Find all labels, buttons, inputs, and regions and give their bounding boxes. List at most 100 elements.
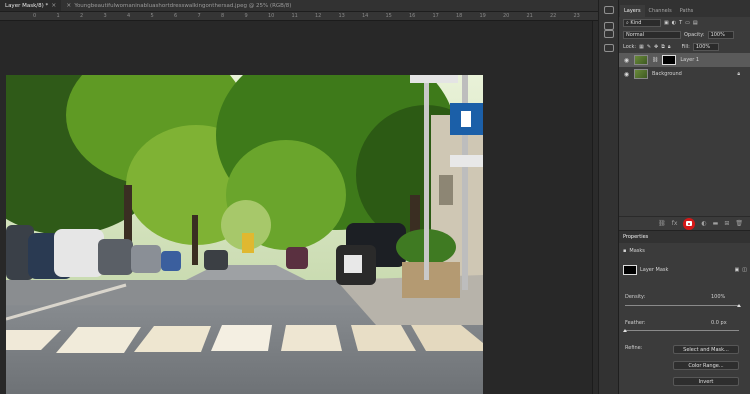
pixel-mask-button-icon[interactable]: ▣ bbox=[735, 267, 740, 273]
select-and-mask-button[interactable]: Select and Mask... bbox=[673, 345, 739, 354]
invert-button[interactable]: Invert bbox=[673, 377, 739, 386]
ruler-tick-label: 21 bbox=[526, 13, 533, 19]
fx-icon[interactable]: fx bbox=[672, 220, 678, 227]
document-tab-bar: Layer Mask/8) * × × Youngbeautifulwomani… bbox=[0, 0, 598, 12]
feather-slider-thumb[interactable] bbox=[623, 329, 627, 332]
filter-row: ⌕ Kind ▣ ◐ T ▭ ▤ bbox=[619, 17, 750, 29]
ruler-tick-label: 11 bbox=[291, 13, 298, 19]
ruler-tick-label: 17 bbox=[432, 13, 439, 19]
masks-header-row: ▪ Masks bbox=[619, 245, 750, 257]
close-icon[interactable]: × bbox=[66, 2, 71, 9]
opacity-input[interactable]: 100% bbox=[707, 31, 734, 39]
visibility-eye-icon[interactable]: ◉ bbox=[623, 57, 630, 64]
trash-icon[interactable]: 🗑︎ bbox=[735, 220, 743, 227]
vector-mask-button-icon[interactable]: ◫ bbox=[742, 267, 747, 273]
density-slider[interactable] bbox=[625, 304, 741, 307]
ruler-tick-label: 0 bbox=[33, 13, 37, 19]
search-icon: ⌕ bbox=[626, 20, 629, 26]
layer-thumbnail bbox=[634, 55, 648, 65]
masks-label: Masks bbox=[629, 248, 645, 254]
horizontal-ruler: 0 1 2 3 4 5 6 7 8 9 10 11 12 13 14 15 16 17 18 19 20 21 22 23 bbox=[0, 12, 598, 21]
layer-row-layer-1[interactable]: ◉ ⛓ Layer 1 bbox=[619, 53, 750, 67]
lock-artboard-icon[interactable]: ⧉ bbox=[661, 44, 665, 50]
fill-value: 100% bbox=[695, 44, 711, 50]
new-layer-icon[interactable]: ⊞ bbox=[724, 220, 729, 227]
ruler-tick-label: 14 bbox=[362, 13, 369, 19]
ruler-tick-label: 1 bbox=[56, 13, 60, 19]
close-icon[interactable]: × bbox=[51, 2, 56, 9]
layers-panel-tabs: Layers Channels Paths bbox=[619, 0, 750, 17]
layer-thumbnail bbox=[634, 69, 648, 79]
adjustments-icon[interactable] bbox=[604, 22, 614, 30]
ruler-tick-label: 8 bbox=[221, 13, 225, 19]
kind-value: Kind bbox=[630, 20, 642, 26]
properties-icon[interactable] bbox=[604, 44, 614, 52]
panel-icon-strip bbox=[598, 0, 618, 394]
adjustment-layer-icon[interactable]: ◐ bbox=[701, 220, 706, 227]
fill-input[interactable]: 100% bbox=[692, 43, 719, 51]
group-folder-icon[interactable]: ▬ bbox=[713, 220, 719, 227]
opacity-label: Opacity: bbox=[684, 32, 705, 38]
tab-paths[interactable]: Paths bbox=[676, 5, 698, 17]
lock-brush-icon[interactable]: ✎ bbox=[647, 44, 651, 50]
ruler-tick-label: 10 bbox=[268, 13, 275, 19]
kind-filter-select[interactable]: ⌕ Kind bbox=[623, 19, 661, 27]
layers-panel-icon[interactable] bbox=[604, 30, 614, 38]
filter-shape-icon[interactable]: ▭ bbox=[685, 20, 690, 26]
density-label: Density: bbox=[625, 294, 646, 300]
ruler-tick-label: 20 bbox=[503, 13, 510, 19]
ruler-tick-label: 4 bbox=[127, 13, 131, 19]
link-icon[interactable]: ⛓ bbox=[652, 57, 658, 63]
document-tab-layer-mask[interactable]: Layer Mask/8) * × bbox=[0, 0, 62, 11]
layer-name: Background bbox=[652, 71, 682, 77]
history-icon[interactable] bbox=[604, 6, 614, 14]
filter-adjust-icon[interactable]: ◐ bbox=[672, 20, 676, 26]
ruler-tick-label: 13 bbox=[338, 13, 345, 19]
tab-channels[interactable]: Channels bbox=[645, 5, 676, 17]
tab-label: Layer Mask/8) * bbox=[5, 2, 49, 9]
blend-mode-select[interactable]: Normal bbox=[623, 31, 681, 39]
feather-slider[interactable] bbox=[623, 329, 739, 332]
link-layers-icon[interactable]: ⛓ bbox=[658, 220, 666, 227]
mask-name: Layer Mask bbox=[640, 267, 669, 273]
street-photo bbox=[6, 75, 483, 394]
layer-mask-thumbnail[interactable] bbox=[662, 55, 677, 65]
tab-label: Youngbeautifulwomaninabluashortdresswalk… bbox=[74, 2, 292, 9]
feather-value[interactable]: 0.0 px bbox=[711, 320, 727, 326]
filter-smart-icon[interactable]: ▤ bbox=[693, 20, 698, 26]
filter-pixel-icon[interactable]: ▣ bbox=[664, 20, 669, 26]
layers-bottom-toolbar: ⛓ fx ◐ ▬ ⊞ 🗑︎ bbox=[619, 216, 750, 230]
lock-move-icon[interactable]: ✥ bbox=[654, 44, 658, 50]
blend-mode-value: Normal bbox=[626, 32, 645, 38]
document-tab-photo[interactable]: × Youngbeautifulwomaninabluashortdresswa… bbox=[61, 0, 296, 11]
lock-pixels-icon[interactable]: ▦ bbox=[639, 44, 644, 50]
properties-panel: Properties ▪ Masks Layer Mask ▣ ◫ Densit… bbox=[619, 230, 750, 394]
layers-properties-panel: Layers Channels Paths ⌕ Kind ▣ ◐ T ▭ ▤ N… bbox=[618, 0, 750, 394]
blend-row: Normal Opacity: 100% bbox=[619, 29, 750, 41]
filter-type-icon[interactable]: T bbox=[679, 20, 682, 26]
ruler-tick-label: 7 bbox=[197, 13, 201, 19]
tab-layers[interactable]: Layers bbox=[620, 5, 645, 17]
ruler-tick-label: 5 bbox=[150, 13, 154, 19]
mask-icon bbox=[686, 221, 693, 226]
density-slider-thumb[interactable] bbox=[737, 304, 741, 307]
opacity-value: 100% bbox=[710, 32, 725, 38]
layer-row-background[interactable]: ◉ Background 🔒︎ bbox=[619, 67, 750, 81]
visibility-eye-icon[interactable]: ◉ bbox=[623, 71, 630, 78]
lock-all-icon[interactable]: 🔒︎ bbox=[668, 44, 671, 50]
color-range-button[interactable]: Color Range... bbox=[673, 361, 739, 370]
ruler-tick-label: 22 bbox=[550, 13, 557, 19]
lock-label: Lock: bbox=[623, 44, 637, 50]
ruler-tick-label: 23 bbox=[573, 13, 580, 19]
document-image[interactable] bbox=[6, 75, 483, 394]
ruler-tick-label: 9 bbox=[244, 13, 248, 19]
layer-name: Layer 1 bbox=[680, 57, 700, 63]
ruler-tick-label: 15 bbox=[385, 13, 392, 19]
add-layer-mask-button[interactable] bbox=[683, 217, 696, 230]
mask-preview-thumbnail bbox=[623, 265, 637, 275]
fill-label: Fill: bbox=[681, 44, 690, 50]
ruler-tick-label: 2 bbox=[80, 13, 84, 19]
ruler-tick-label: 12 bbox=[315, 13, 322, 19]
density-value[interactable]: 100% bbox=[711, 294, 725, 300]
ruler-tick-label: 3 bbox=[103, 13, 107, 19]
